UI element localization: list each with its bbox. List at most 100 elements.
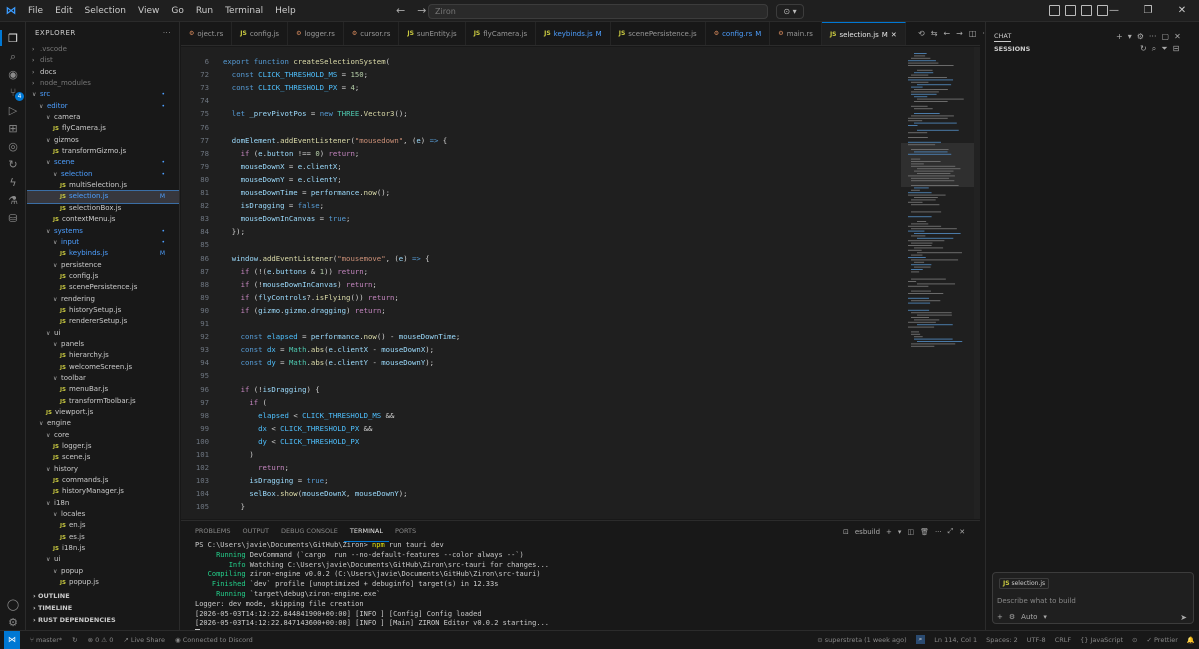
editor-tab[interactable]: ⚙ config.rs M (706, 22, 771, 45)
kill-terminal-icon[interactable]: 🗑 (920, 528, 929, 536)
code-text[interactable]: elapsed < CLICK_THRESHOLD_MS && (223, 411, 394, 420)
terminal-more-icon[interactable]: ··· (935, 528, 942, 536)
file-item[interactable]: JS config.js (27, 271, 179, 282)
file-item[interactable]: JS selectionBox.js (27, 203, 179, 214)
terminal-line[interactable]: Logger: dev mode, skipping file creation (195, 600, 980, 610)
branch-indicator[interactable]: ⑂ master* (30, 636, 62, 644)
indentation[interactable]: Spaces: 2 (986, 636, 1018, 644)
editor-tab[interactable]: JS selection.js M ✕ (821, 22, 906, 46)
editor-tab[interactable]: JS keybinds.js M (536, 22, 611, 45)
code-text[interactable]: if (!mouseDownInCanvas) return; (223, 280, 377, 289)
file-item[interactable]: JS viewport.js (27, 407, 179, 418)
editor-tab[interactable]: JS config.js (232, 22, 289, 45)
panel-tab-output[interactable]: OUTPUT (236, 521, 275, 541)
git-blame[interactable]: ⊙ superstreta (1 week ago) (817, 636, 906, 644)
code-line[interactable]: 94 const dy = Math.abs(e.clientY - mouse… (181, 356, 980, 369)
chevron-down-icon[interactable]: ∨ (46, 226, 54, 237)
code-line[interactable]: 91 (181, 317, 980, 330)
folder-item[interactable]: ∨ engine (27, 418, 179, 429)
panel-tab-debug-console[interactable]: DEBUG CONSOLE (275, 521, 344, 541)
code-text[interactable]: if (e.button !== 0) return; (223, 149, 360, 158)
folder-item[interactable]: ∨ input • (27, 237, 179, 248)
add-context-icon[interactable]: + (997, 613, 1003, 621)
panel-tab-terminal[interactable]: TERMINAL (343, 521, 389, 542)
code-text[interactable]: mouseDownTime = performance.now(); (223, 188, 390, 197)
code-editor[interactable]: 6 export function createSelectionSystem(7… (181, 47, 980, 519)
code-line[interactable]: 89 if (flyControls?.isFlying()) return; (181, 291, 980, 304)
code-text[interactable]: return; (223, 463, 289, 472)
prettier-status[interactable]: ✓ Prettier (1146, 636, 1177, 644)
code-line[interactable]: 72 const CLICK_THRESHOLD_MS = 150; (181, 68, 980, 81)
terminal-line[interactable]: Running DevCommand (`cargo run --no-defa… (195, 551, 980, 561)
code-text[interactable]: selBox.show(mouseDownX, mouseDownY); (223, 489, 407, 498)
chevron-down-icon[interactable]: ∨ (46, 328, 54, 339)
code-text[interactable]: mouseDownY = e.clientY; (223, 175, 342, 184)
code-line[interactable]: 6 export function createSelectionSystem( (181, 55, 980, 68)
chevron-down-icon[interactable]: ∨ (53, 566, 61, 577)
go-forward-icon[interactable]: → (956, 29, 963, 38)
folder-item[interactable]: ∨ selection • (27, 169, 179, 180)
menu-item-edit[interactable]: Edit (49, 0, 78, 22)
code-line[interactable]: 76 (181, 121, 980, 134)
chevron-right-icon[interactable]: › (32, 67, 40, 78)
menu-item-run[interactable]: Run (190, 0, 219, 22)
sidebar-section-rust-dependencies[interactable]: › RUST DEPENDENCIES (27, 614, 179, 626)
file-item[interactable]: JS contextMenu.js (27, 214, 179, 225)
editor-tab[interactable]: JS flyCamera.js (466, 22, 537, 45)
tab-close-icon[interactable]: ✕ (891, 23, 897, 46)
folder-item[interactable]: ∨ rendering (27, 294, 179, 305)
code-text[interactable]: let _prevPivotPos = new THREE.Vector3(); (223, 109, 408, 118)
code-line[interactable]: 81 mouseDownTime = performance.now(); (181, 186, 980, 199)
terminal-line[interactable]: Compiling ziron-engine v0.0.2 (C:\Users\… (195, 570, 980, 580)
file-item[interactable]: JS es.js (27, 532, 179, 543)
code-line[interactable]: 105 } (181, 500, 980, 513)
menu-item-go[interactable]: Go (165, 0, 189, 22)
chat-close-icon[interactable]: ✕ (1174, 32, 1181, 41)
zoom-icon[interactable]: ⌕ (915, 635, 926, 644)
chevron-down-icon[interactable]: ∨ (53, 339, 61, 350)
send-icon[interactable]: ➤ (1180, 613, 1187, 622)
filter-icon[interactable]: ⏷ (1161, 44, 1167, 54)
new-terminal-icon[interactable]: + (886, 528, 892, 536)
panel-tab-ports[interactable]: PORTS (389, 521, 422, 541)
go-back-icon[interactable]: ← (943, 29, 950, 38)
discord-status[interactable]: ◉ Connected to Discord (175, 636, 253, 644)
chevron-down-icon[interactable]: ∨ (32, 89, 40, 100)
chevron-down-icon[interactable]: ∨ (53, 509, 61, 520)
chevron-down-icon[interactable]: ∨ (46, 135, 54, 146)
close-icon[interactable]: ✕ (1165, 0, 1199, 22)
mode-select[interactable]: Auto (1021, 613, 1037, 621)
terminal-line[interactable]: [2026-05-03T14:12:22.844841900+00:00] [I… (195, 610, 980, 620)
remote-explorer-icon[interactable]: ◎ (6, 140, 20, 154)
code-line[interactable]: 101 ) (181, 448, 980, 461)
code-line[interactable]: 102 return; (181, 461, 980, 474)
chevron-down-icon[interactable]: ∨ (46, 464, 54, 475)
folder-item[interactable]: ∨ popup (27, 566, 179, 577)
minimap[interactable] (904, 51, 974, 351)
terminal-line[interactable]: Running `target\debug\ziron-engine.exe` (195, 590, 980, 600)
toggle-sidebar-icon[interactable] (1065, 5, 1076, 16)
code-line[interactable]: 100 dy < CLICK_THRESHOLD_PX (181, 435, 980, 448)
chevron-right-icon[interactable]: › (32, 44, 40, 55)
code-text[interactable]: } (223, 502, 245, 511)
menu-item-view[interactable]: View (132, 0, 165, 22)
maximize-panel-icon[interactable]: ⤢ (948, 527, 954, 536)
terminal-line[interactable]: Finished `dev` profile [unoptimized + de… (195, 580, 980, 590)
editor-tab[interactable]: ⚙ oject.rs (181, 22, 233, 45)
editor-tab[interactable]: JS sunEntity.js (399, 22, 466, 45)
chevron-down-icon[interactable]: ∨ (46, 430, 54, 441)
file-item[interactable]: JS rendererSetup.js (27, 316, 179, 327)
folder-item[interactable]: ∨ core (27, 430, 179, 441)
file-item[interactable]: JS logger.js (27, 441, 179, 452)
code-line[interactable]: 78 if (e.button !== 0) return; (181, 147, 980, 160)
cursor-position[interactable]: Ln 114, Col 1 (934, 636, 977, 644)
command-center-search[interactable]: Ziron (428, 4, 768, 19)
folder-item[interactable]: ∨ scene • (27, 157, 179, 168)
code-text[interactable]: window.addEventListener("mousemove", (e)… (223, 254, 430, 263)
extensions-icon[interactable]: ⊞ (6, 122, 20, 136)
code-text[interactable]: dy < CLICK_THRESHOLD_PX (223, 437, 359, 446)
panel-tab-problems[interactable]: PROBLEMS (189, 521, 236, 541)
code-text[interactable]: const dy = Math.abs(e.clientY - mouseDow… (223, 358, 434, 367)
code-line[interactable]: 73 const CLICK_THRESHOLD_PX = 4; (181, 81, 980, 94)
code-line[interactable]: 85 (181, 238, 980, 251)
